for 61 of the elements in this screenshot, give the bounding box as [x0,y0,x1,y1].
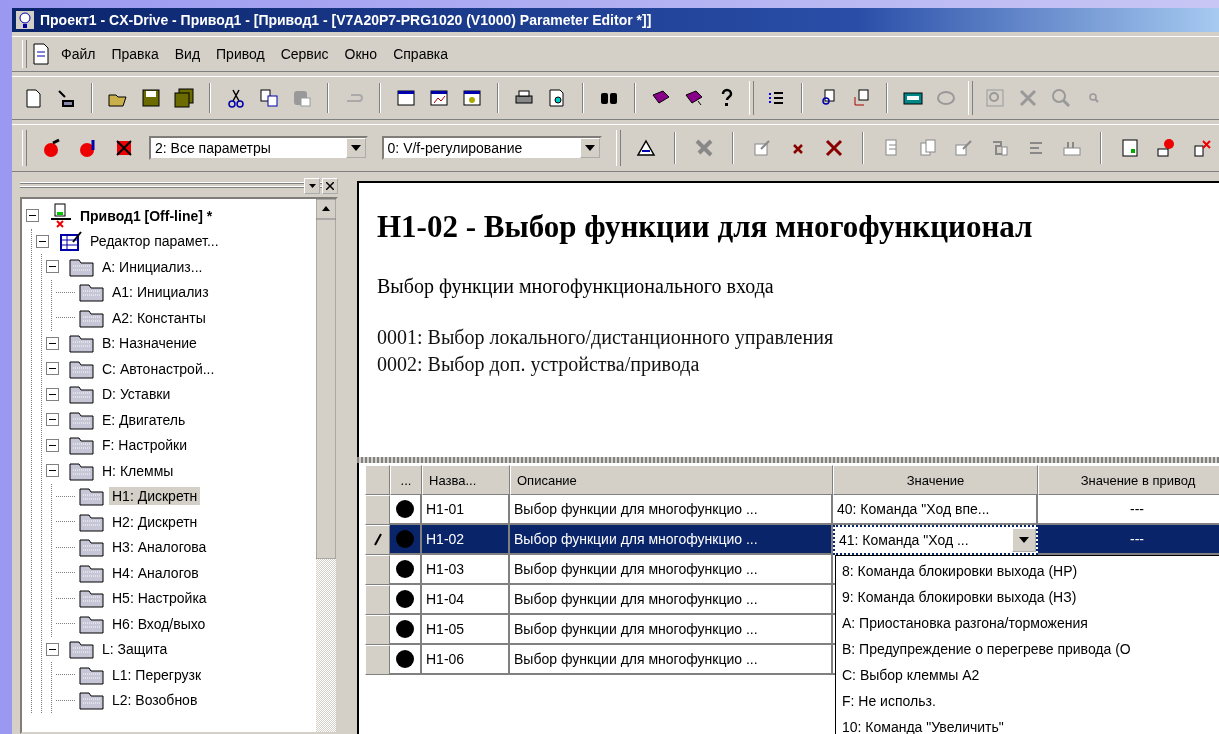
table-cell: H1-02 [422,525,510,555]
tree-item[interactable]: D: Уставки [99,385,174,404]
tree-item[interactable]: H4: Аналогов [109,563,202,582]
tree-item[interactable]: H: Клеммы [99,461,177,480]
dropdown-option[interactable]: 10: Команда "Увеличить" [836,714,1219,734]
dropdown-option[interactable]: 9: Команда блокировки выхода (НЗ) [836,584,1219,610]
menu-item[interactable]: Привод [210,44,271,64]
tree-item[interactable]: L1: Перегрузк [109,665,205,684]
menu-item[interactable]: Сервис [274,44,335,64]
column-header[interactable]: Значение [833,465,1038,495]
menu-item[interactable]: Файл [55,44,102,64]
dropdown-option[interactable]: C: Выбор клеммы A2 [836,662,1219,688]
tree-item[interactable]: B: Назначение [99,334,200,353]
tree-item[interactable]: H6: Вход/выхо [109,614,209,633]
table-cell: H1-03 [422,555,510,585]
table-cell: H1-01 [422,495,510,525]
table-cell: Выбор функции для многофункцио ... [510,525,833,555]
table-cell: Выбор функции для многофункцио ... [510,645,833,675]
table-cell: --- [1038,525,1219,555]
value-dropdown[interactable]: 41: Команда "Ход ... [833,525,1038,555]
column-header[interactable]: Назва... [422,465,510,495]
tree-item[interactable]: A: Инициализ... [99,257,206,276]
table-cell: Выбор функции для многофункцио ... [510,495,833,525]
tree-item[interactable]: A2: Константы [109,308,209,327]
dropdown-option[interactable]: 8: Команда блокировки выхода (НР) [836,558,1219,584]
option-line: 0002: Выбор доп. устройства/привода [377,353,701,376]
parameter-heading: H1-02 - Выбор функции для многофункционал [377,209,1034,245]
parameter-description: Выбор функции многофункционального входа [377,275,775,298]
table-cell: H1-06 [422,645,510,675]
tree-item[interactable]: Привод1 [Off-line] * [77,206,216,225]
menu-item[interactable]: Вид [168,44,207,64]
tree-item[interactable]: A1: Инициализ [109,283,212,302]
tree-item[interactable]: F: Настройки [99,436,190,455]
tree-item[interactable]: H1: Дискретн [109,487,201,506]
menu-item[interactable]: Правка [105,44,165,64]
table-cell: Выбор функции для многофункцио ... [510,615,833,645]
tree-item[interactable]: C: Автонастрой... [99,359,218,378]
tree-item[interactable]: E: Двигатель [99,410,189,429]
menu-item[interactable]: Справка [387,44,455,64]
tree-item[interactable]: L: Защита [99,640,171,659]
menu-item[interactable]: Окно [338,44,384,64]
tree-item[interactable]: Редактор парамет... [87,232,222,251]
dropdown-option[interactable]: A: Приостановка разгона/торможения [836,610,1219,636]
table-cell: Выбор функции для многофункцио ... [510,555,833,585]
tree-item[interactable]: H5: Настройка [109,589,210,608]
table-cell: Выбор функции для многофункцио ... [510,585,833,615]
tree-item[interactable]: H3: Аналогова [109,538,210,557]
column-header[interactable]: ... [390,465,422,495]
tree-item[interactable]: H2: Дискретн [109,512,201,531]
filter-dropdown[interactable]: 0: V/f-регулирование [381,136,602,160]
filter-dropdown[interactable]: 2: Все параметры [149,136,368,160]
column-header[interactable]: Описание [510,465,833,495]
table-cell: H1-04 [422,585,510,615]
dropdown-option[interactable]: B: Предупреждение о перегреве привода (О [836,636,1219,662]
table-cell: H1-05 [422,615,510,645]
column-header[interactable]: Значение в привод [1038,465,1219,495]
window-title: Проект1 - CX-Drive - Привод1 - [Привод1 - [V7A20P7-PRG1020 (V1000) Parameter Editor *]] [40,12,652,28]
dropdown-option[interactable]: F: Не использ. [836,688,1219,714]
tree-item[interactable]: L2: Возобнов [109,691,201,710]
option-line: 0001: Выбор локального/дистанционного управления [377,326,835,349]
table-cell: 40: Команда "Ход впе... [833,495,1038,525]
